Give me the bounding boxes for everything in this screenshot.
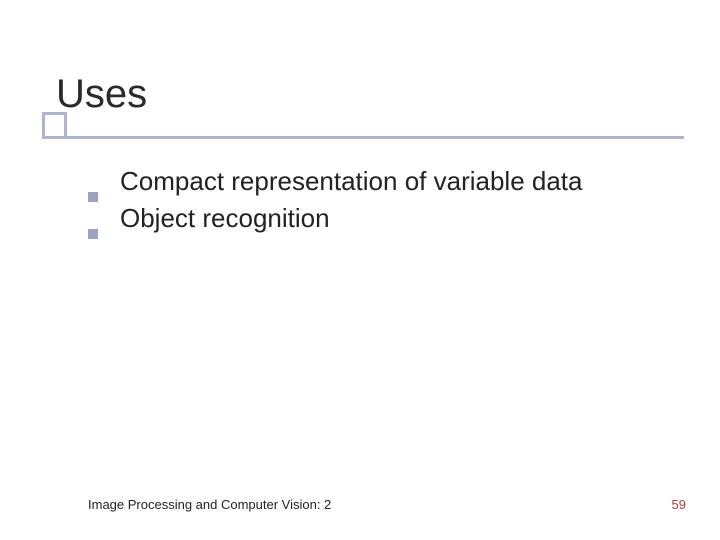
slide-title: Uses bbox=[56, 72, 147, 116]
square-bullet-icon bbox=[88, 192, 98, 202]
bullet-text: Compact representation of variable data bbox=[120, 164, 583, 199]
title-underline bbox=[42, 136, 684, 139]
square-bullet-icon bbox=[88, 229, 98, 239]
page-number: 59 bbox=[672, 497, 686, 512]
body: Compact representation of variable data … bbox=[88, 164, 680, 238]
title-accent-square bbox=[42, 112, 67, 139]
footer-title: Image Processing and Computer Vision: 2 bbox=[88, 497, 331, 512]
list-item: Compact representation of variable data bbox=[88, 164, 680, 199]
title-block: Uses bbox=[56, 72, 147, 116]
bullet-text: Object recognition bbox=[120, 201, 330, 236]
list-item: Object recognition bbox=[88, 201, 680, 236]
slide: Uses Compact representation of variable … bbox=[0, 0, 720, 540]
footer: Image Processing and Computer Vision: 2 … bbox=[88, 497, 686, 512]
